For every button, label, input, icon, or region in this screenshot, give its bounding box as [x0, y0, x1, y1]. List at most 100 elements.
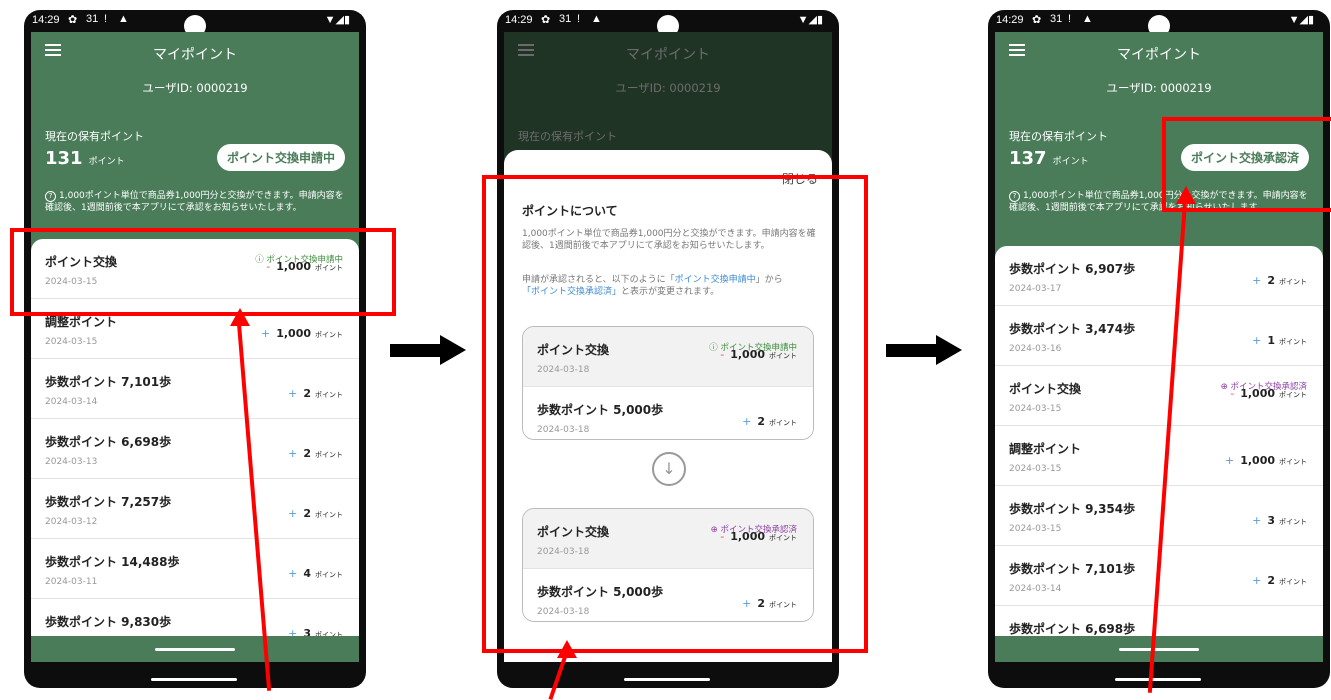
cloud-icon: ▲: [591, 13, 602, 25]
app-screen: マイポイント ユーザID: 0000219 現在の保有ポイント 131 ポイント …: [31, 32, 359, 662]
list-item[interactable]: 調整ポイント 2024-03-15 +1,000 ポイント: [995, 426, 1323, 486]
item-unit: ポイント: [1279, 518, 1307, 526]
calendar-icon: 31: [1050, 13, 1063, 25]
list-item[interactable]: 歩数ポイント 7,101歩 2024-03-14 +2 ポイント: [31, 359, 359, 419]
item-points: +1,000 ポイント: [261, 327, 343, 340]
list-item[interactable]: 歩数ポイント 3,474歩 2024-03-16 +1 ポイント: [995, 306, 1323, 366]
pointer-head-3: [1176, 186, 1196, 204]
item-title: 歩数ポイント 6,698歩: [1009, 622, 1136, 636]
list-item[interactable]: 歩数ポイント 14,488歩 2024-03-11 +4 ポイント: [31, 539, 359, 599]
item-value: 1,000: [1240, 454, 1275, 467]
app-bar: マイポイント: [995, 32, 1323, 72]
item-points: +2 ポイント: [1252, 274, 1307, 287]
item-value: 2: [1267, 274, 1275, 287]
cloud-icon: ▲: [118, 13, 129, 25]
item-date: 2024-03-17: [1009, 284, 1062, 294]
item-title: 歩数ポイント 7,101歩: [1009, 562, 1136, 576]
item-sign: -: [1230, 387, 1235, 400]
item-title: 調整ポイント: [1009, 442, 1082, 456]
item-title: 歩数ポイント 3,474歩: [1009, 322, 1136, 336]
signal-battery-icon: ▼◢▮: [1288, 14, 1314, 26]
item-sign: +: [288, 447, 298, 460]
item-title: ポイント交換: [1009, 382, 1082, 396]
item-date: 2024-03-15: [1009, 404, 1062, 414]
item-value: 2: [303, 507, 311, 520]
cloud-icon: ▲: [1082, 13, 1093, 25]
item-unit: ポイント: [315, 571, 343, 579]
item-value: 2: [303, 387, 311, 400]
home-indicator: [1119, 648, 1199, 651]
item-title: 歩数ポイント 7,257歩: [45, 495, 172, 509]
list-item[interactable]: 歩数ポイント 7,257歩 2024-03-12 +2 ポイント: [31, 479, 359, 539]
list-item[interactable]: ポイント交換 2024-03-15 ⊕ ポイント交換承認済 -1,000 ポイント: [995, 366, 1323, 426]
item-unit: ポイント: [315, 451, 343, 459]
item-points: -1,000 ポイント: [1230, 387, 1307, 400]
note-text: 1,000ポイント単位で商品券1,000円分と交換ができます。申請内容を確認後、…: [45, 191, 344, 213]
item-unit: ポイント: [1279, 578, 1307, 586]
highlight-pending-row: [10, 228, 396, 316]
user-id: ユーザID: 0000219: [142, 81, 248, 95]
item-date: 2024-03-13: [45, 457, 98, 467]
item-title: 歩数ポイント 9,354歩: [1009, 502, 1136, 516]
item-title: 歩数ポイント 14,488歩: [45, 555, 180, 569]
calendar-icon: 31: [86, 13, 99, 25]
phone-screen-1: 14:29 ✿ 31 ! ▲ ▼◢▮ マイポイント ユーザID: 0000219…: [24, 10, 366, 688]
item-value: 1,000: [1240, 387, 1275, 400]
holding-points: 137 ポイント: [1009, 148, 1089, 169]
bottom-bar: [31, 636, 359, 662]
highlight-info-sheet: [482, 175, 868, 653]
item-points: +1,000 ポイント: [1225, 454, 1307, 467]
list-item[interactable]: 歩数ポイント 6,907歩 2024-03-17 +2 ポイント: [995, 246, 1323, 306]
points-value: 137: [1009, 148, 1047, 169]
item-points: +3 ポイント: [1252, 514, 1307, 527]
calendar-icon: 31: [559, 13, 572, 25]
holding-points: 131 ポイント: [45, 148, 125, 169]
bottom-bar: [995, 636, 1323, 662]
item-sign: +: [1252, 514, 1262, 527]
item-sign: +: [288, 567, 298, 580]
item-value: 4: [303, 567, 311, 580]
status-time: 14:29: [996, 14, 1024, 26]
user-id: ユーザID: 0000219: [1106, 81, 1212, 95]
page-title: マイポイント: [153, 47, 237, 63]
item-value: 2: [303, 447, 311, 460]
help-icon: ?: [45, 191, 56, 202]
exchange-note: ? 1,000ポイント単位で商品券1,000円分と交換ができます。申請内容を確認後…: [45, 190, 345, 214]
alert-icon: !: [104, 13, 108, 25]
holding-points-label: 現在の保有ポイント: [1009, 130, 1108, 143]
alert-icon: !: [577, 13, 581, 25]
points-value: 131: [45, 148, 83, 169]
signal-battery-icon: ▼◢▮: [797, 14, 823, 26]
item-value: 1,000: [276, 327, 311, 340]
nav-handle: [151, 678, 237, 681]
item-date: 2024-03-15: [45, 337, 98, 347]
help-icon: ?: [1009, 191, 1020, 202]
item-points: +2 ポイント: [288, 387, 343, 400]
item-date: 2024-03-12: [45, 517, 98, 527]
item-sign: +: [1252, 334, 1262, 347]
item-unit: ポイント: [1279, 391, 1307, 399]
pointer-head-1: [230, 308, 250, 326]
nav-handle: [1115, 678, 1201, 681]
item-points: +4 ポイント: [288, 567, 343, 580]
app-bar: マイポイント: [31, 32, 359, 72]
item-points: +2 ポイント: [288, 447, 343, 460]
status-time: 14:29: [32, 14, 60, 26]
exchange-status-button[interactable]: ポイント交換申請中: [216, 144, 345, 171]
item-date: 2024-03-15: [1009, 524, 1062, 534]
item-unit: ポイント: [315, 511, 343, 519]
item-points: +1 ポイント: [1252, 334, 1307, 347]
item-unit: ポイント: [315, 391, 343, 399]
item-value: 3: [1267, 514, 1275, 527]
item-date: 2024-03-16: [1009, 344, 1062, 354]
item-date: 2024-03-14: [45, 397, 98, 407]
signal-battery-icon: ▼◢▮: [324, 14, 350, 26]
item-sign: +: [288, 387, 298, 400]
status-icon: ⊕: [1220, 382, 1228, 392]
item-points: +2 ポイント: [1252, 574, 1307, 587]
item-date: 2024-03-11: [45, 577, 98, 587]
pointer-head-2: [557, 640, 577, 658]
points-unit: ポイント: [1052, 157, 1089, 167]
list-item[interactable]: 歩数ポイント 6,698歩 2024-03-13 +2 ポイント: [31, 419, 359, 479]
item-date: 2024-03-14: [1009, 584, 1062, 594]
